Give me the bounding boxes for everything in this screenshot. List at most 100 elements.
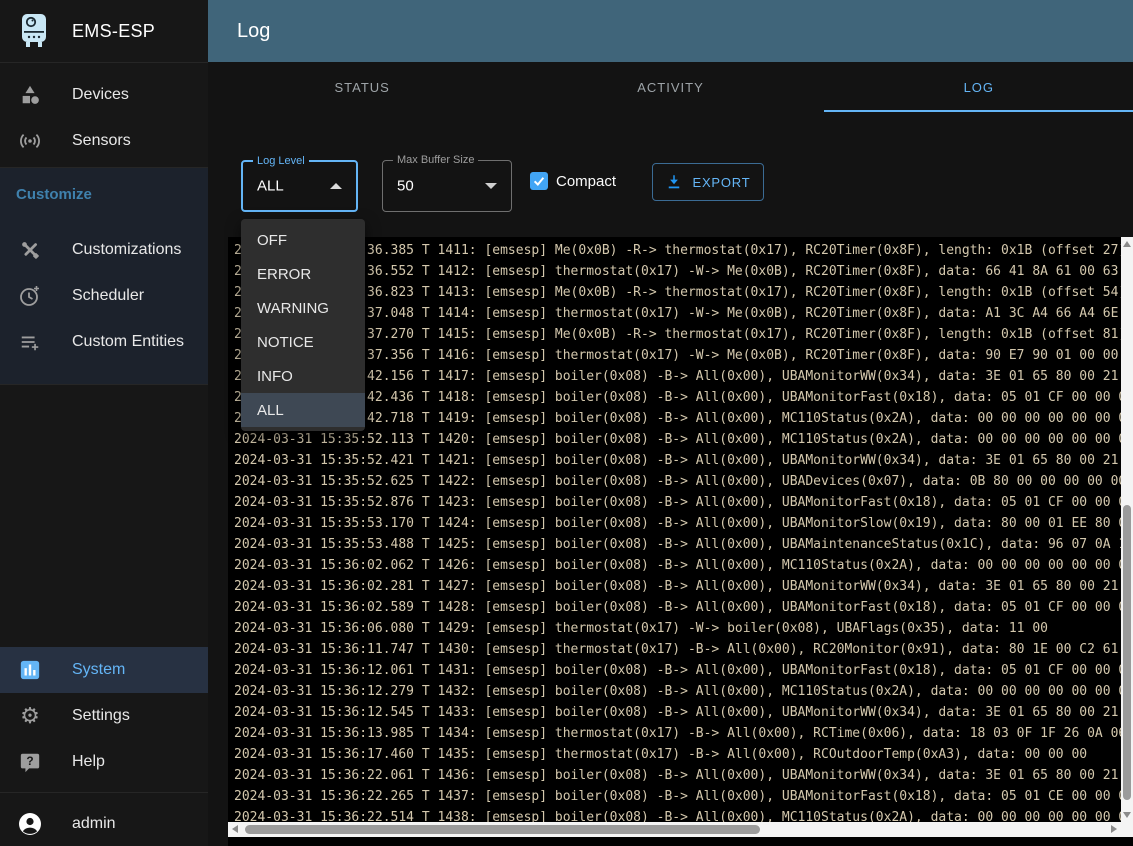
- sidebar-item-label: Customizations: [72, 241, 181, 259]
- max-buffer-select[interactable]: Max Buffer Size 50: [382, 160, 512, 212]
- customize-section-header: Customize: [16, 186, 92, 203]
- log-line: 2024-03-31 15:35:37.048 T 1414: [emsesp]…: [234, 303, 1133, 324]
- log-line: 2024-03-31 15:35:52.113 T 1420: [emsesp]…: [234, 429, 1133, 450]
- clock-plus-icon: [18, 284, 42, 308]
- max-buffer-value: 50: [397, 178, 414, 195]
- list-plus-icon: [18, 330, 42, 354]
- log-line: 2024-03-31 15:35:36.823 T 1413: [emsesp]…: [234, 282, 1133, 303]
- sidebar-item-scheduler[interactable]: Scheduler: [0, 273, 208, 319]
- log-level-option-all[interactable]: ALL: [241, 393, 365, 427]
- active-tab-indicator: [824, 110, 1133, 112]
- log-level-option-error[interactable]: ERROR: [241, 257, 365, 291]
- log-line: 2024-03-31 15:36:22.265 T 1437: [emsesp]…: [234, 786, 1133, 807]
- log-level-select[interactable]: Log Level ALL: [241, 160, 358, 212]
- log-line: 2024-03-31 15:36:12.061 T 1431: [emsesp]…: [234, 660, 1133, 681]
- log-level-option-off[interactable]: OFF: [241, 223, 365, 257]
- vertical-scrollbar[interactable]: [1121, 237, 1133, 822]
- log-line: 2024-03-31 15:35:36.385 T 1411: [emsesp]…: [234, 240, 1133, 261]
- log-line: 2024-03-31 15:36:11.747 T 1430: [emsesp]…: [234, 639, 1133, 660]
- sidebar-user-label: admin: [72, 815, 116, 833]
- log-level-value: ALL: [257, 178, 284, 195]
- scroll-right-arrow-icon[interactable]: [1111, 825, 1117, 833]
- log-level-option-warning[interactable]: WARNING: [241, 291, 365, 325]
- brand-header: EMS-ESP: [0, 0, 208, 63]
- sidebar: EMS-ESP Devices Sensors Customize: [0, 0, 208, 846]
- caret-down-icon: [485, 183, 497, 189]
- main-content: Log STATUS ACTIVITY LOG Log Level ALL Ma…: [208, 0, 1133, 846]
- ems-esp-app: EMS-ESP Devices Sensors Customize: [0, 0, 1133, 846]
- log-line: 2024-03-31 15:36:13.985 T 1434: [emsesp]…: [234, 723, 1133, 744]
- scroll-up-arrow-icon[interactable]: [1123, 241, 1131, 247]
- log-line: 2024-03-31 15:35:42.718 T 1419: [emsesp]…: [234, 408, 1133, 429]
- sidebar-item-label: Sensors: [72, 132, 131, 150]
- log-line: 2024-03-31 15:36:02.062 T 1426: [emsesp]…: [234, 555, 1133, 576]
- sidebar-item-customizations[interactable]: Customizations: [0, 227, 208, 273]
- export-label: EXPORT: [692, 175, 750, 190]
- sidebar-divider: [0, 792, 208, 793]
- horizontal-scrollbar-thumb[interactable]: [245, 825, 760, 834]
- sidebar-item-devices[interactable]: Devices: [0, 72, 208, 118]
- horizontal-scrollbar[interactable]: [228, 822, 1121, 837]
- sidebar-item-label: System: [72, 661, 125, 679]
- sidebar-item-label: Devices: [72, 86, 129, 104]
- boiler-logo-icon: [18, 12, 50, 50]
- log-level-label: Log Level: [253, 155, 309, 167]
- log-line: 2024-03-31 15:35:52.625 T 1422: [emsesp]…: [234, 471, 1133, 492]
- svg-text:?: ?: [26, 754, 33, 768]
- log-line: 2024-03-31 15:36:17.460 T 1435: [emsesp]…: [234, 744, 1133, 765]
- log-line: 2024-03-31 15:36:02.589 T 1428: [emsesp]…: [234, 597, 1133, 618]
- tab-log[interactable]: LOG: [825, 62, 1133, 112]
- compact-label: Compact: [556, 173, 616, 190]
- log-line: 2024-03-31 15:36:02.281 T 1427: [emsesp]…: [234, 576, 1133, 597]
- sidebar-item-system[interactable]: System: [0, 647, 208, 693]
- export-button[interactable]: EXPORT: [652, 163, 764, 201]
- sidebar-item-label: Help: [72, 753, 105, 771]
- bar-chart-icon: [18, 658, 42, 682]
- log-line: 2024-03-31 15:35:53.170 T 1424: [emsesp]…: [234, 513, 1133, 534]
- gear-icon: ⚙: [18, 704, 42, 728]
- brand-name: EMS-ESP: [72, 21, 155, 42]
- tab-activity[interactable]: ACTIVITY: [516, 62, 824, 112]
- log-line: 2024-03-31 15:35:52.876 T 1423: [emsesp]…: [234, 492, 1133, 513]
- log-line: 2024-03-31 15:35:37.270 T 1415: [emsesp]…: [234, 324, 1133, 345]
- devices-icon: [18, 83, 42, 107]
- sidebar-item-user[interactable]: admin: [0, 801, 208, 846]
- log-level-option-info[interactable]: INFO: [241, 359, 365, 393]
- page-title: Log: [237, 20, 270, 43]
- caret-up-icon: [330, 183, 342, 189]
- log-line: 2024-03-31 15:36:12.279 T 1432: [emsesp]…: [234, 681, 1133, 702]
- log-line: 2024-03-31 15:36:06.080 T 1429: [emsesp]…: [234, 618, 1133, 639]
- sidebar-item-label: Settings: [72, 707, 130, 725]
- check-icon: [532, 174, 546, 188]
- log-line: 2024-03-31 15:35:42.156 T 1417: [emsesp]…: [234, 366, 1133, 387]
- tab-bar: STATUS ACTIVITY LOG: [208, 62, 1133, 112]
- sidebar-item-custom-entities[interactable]: Custom Entities: [0, 319, 208, 365]
- log-line: 2024-03-31 15:35:37.356 T 1416: [emsesp]…: [234, 345, 1133, 366]
- sidebar-item-label: Custom Entities: [72, 333, 184, 351]
- sidebar-item-sensors[interactable]: Sensors: [0, 118, 208, 164]
- account-circle-icon: [18, 812, 42, 836]
- compact-checkbox[interactable]: [530, 172, 548, 190]
- log-line: 2024-03-31 15:35:42.436 T 1418: [emsesp]…: [234, 387, 1133, 408]
- sidebar-item-settings[interactable]: ⚙ Settings: [0, 693, 208, 739]
- scroll-down-arrow-icon[interactable]: [1123, 812, 1131, 818]
- help-icon: ?: [18, 750, 42, 774]
- log-line: 2024-03-31 15:36:12.545 T 1433: [emsesp]…: [234, 702, 1133, 723]
- scrollbar-corner: [1121, 822, 1133, 837]
- sidebar-item-label: Scheduler: [72, 287, 144, 305]
- vertical-scrollbar-thumb[interactable]: [1123, 505, 1131, 800]
- log-lines: 2024-03-31 15:35:36.385 T 1411: [emsesp]…: [234, 240, 1133, 828]
- tools-icon: [18, 238, 42, 262]
- scroll-left-arrow-icon[interactable]: [232, 825, 238, 833]
- log-line: 2024-03-31 15:35:52.421 T 1421: [emsesp]…: [234, 450, 1133, 471]
- max-buffer-label: Max Buffer Size: [393, 154, 478, 166]
- log-level-menu: OFFERRORWARNINGNOTICEINFOALL: [241, 219, 365, 431]
- app-bar: Log: [208, 0, 1133, 62]
- sensors-icon: [18, 129, 42, 153]
- tab-status[interactable]: STATUS: [208, 62, 516, 112]
- log-level-option-notice[interactable]: NOTICE: [241, 325, 365, 359]
- sidebar-item-help[interactable]: ? Help: [0, 739, 208, 785]
- log-line: 2024-03-31 15:35:36.552 T 1412: [emsesp]…: [234, 261, 1133, 282]
- log-line: 2024-03-31 15:36:22.061 T 1436: [emsesp]…: [234, 765, 1133, 786]
- sidebar-divider: [0, 384, 208, 385]
